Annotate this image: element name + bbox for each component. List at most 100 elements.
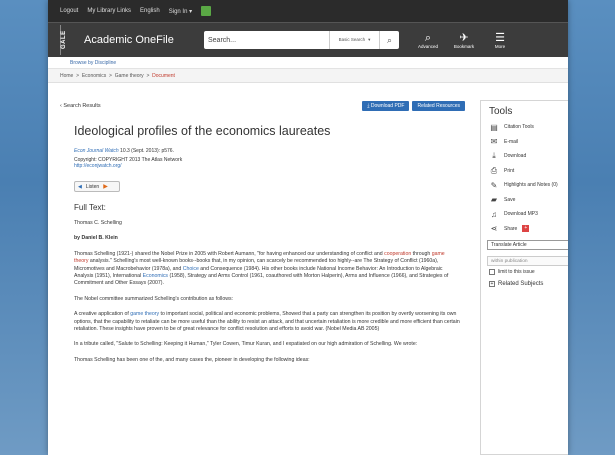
document-actions: ‹ Search Results ⤓ Download PDF Related … [60, 98, 465, 114]
tool-label: Download MP3 [504, 211, 538, 218]
header-icons: ⌕ Advanced ✈ Bookmark ☰ More [417, 32, 511, 49]
text-span: through [411, 250, 432, 257]
tool-label: Highlights and Notes (0) [504, 182, 558, 189]
advanced-search-button[interactable]: ⌕ Advanced [417, 32, 439, 49]
term-link[interactable]: Economics [143, 273, 168, 279]
search-input[interactable]: Search... [204, 37, 329, 44]
listen-label: Listen [85, 183, 100, 190]
term-link[interactable]: game theory [130, 311, 159, 317]
related-subjects-toggle[interactable]: + Related Subjects [489, 281, 568, 287]
tool-label: Download [504, 153, 527, 160]
share-icon: ⋖ [490, 224, 498, 234]
byline: by Daniel B. Klein [74, 235, 118, 242]
search-advanced-icon: ⌕ [424, 31, 432, 44]
tool-label: E-mail [504, 138, 519, 145]
search-type-label: Basic Search [338, 36, 366, 42]
search-button[interactable]: ⌕ [379, 31, 399, 49]
tool-print[interactable]: ⎙ Print [481, 164, 568, 179]
article-title: Ideological profiles of the economics la… [74, 124, 331, 138]
full-text-heading: Full Text: [74, 203, 106, 212]
translate-select[interactable]: Translate Article ▾ [487, 240, 568, 250]
search-type-select[interactable]: Basic Search ▾ [329, 31, 379, 49]
text-span: A creative application of [74, 311, 131, 318]
email-icon: ✉ [490, 137, 498, 147]
print-icon: ⎙ [490, 165, 498, 175]
music-icon: ♫ [491, 209, 497, 219]
breadcrumb-home[interactable]: Home [60, 73, 73, 79]
tools-heading: Tools [489, 106, 513, 117]
term-link[interactable]: cooperation [384, 251, 411, 257]
tool-label: Citation Tools [504, 124, 534, 131]
limit-issue-checkbox[interactable]: limit to this issue [489, 269, 568, 275]
chevron-left-icon: ‹ [60, 103, 62, 109]
share-plus-icon[interactable]: + [522, 225, 530, 233]
article-meta: Econ Journal Watch 10.3 (Sept. 2013): p5… [74, 148, 465, 169]
within-placeholder: within publication [491, 258, 528, 264]
back-to-results-link[interactable]: ‹ Search Results [60, 103, 101, 109]
sign-in-menu[interactable]: Sign In ▾ [169, 8, 192, 15]
document-content: ‹ Search Results ⤓ Download PDF Related … [60, 98, 465, 364]
logout-link[interactable]: Logout [60, 8, 78, 14]
tool-download[interactable]: ⤓ Download [481, 149, 568, 164]
save-icon: ▰ [490, 195, 498, 205]
source-link[interactable]: Econ Journal Watch [74, 148, 119, 154]
tool-email[interactable]: ✉ E-mail [481, 135, 568, 150]
breadcrumb-game-theory[interactable]: Game theory [115, 73, 144, 79]
speaker-icon: ◀ [78, 183, 82, 190]
tool-citation[interactable]: ▤ Citation Tools [481, 120, 568, 135]
download-icon: ⤓ [492, 151, 496, 161]
search-icon: ⌕ [386, 34, 393, 45]
tool-highlights[interactable]: ✎ Highlights and Notes (0) [481, 178, 568, 193]
expand-icon: + [489, 281, 495, 287]
paragraph-5: Thomas Schelling has been one of the, an… [74, 356, 310, 363]
my-library-links[interactable]: My Library Links [87, 8, 131, 14]
gale-logo[interactable]: GALE [60, 25, 74, 55]
download-pdf-label: Download PDF [370, 103, 405, 109]
advanced-label: Advanced [417, 43, 438, 49]
accessibility-icon[interactable] [201, 6, 212, 16]
related-resources-button[interactable]: Related Resources [412, 101, 465, 111]
paragraph-3: A creative application of game theory to… [74, 311, 460, 333]
breadcrumb: Home > Economics > Game theory > Documen… [48, 69, 568, 83]
bookmark-button[interactable]: ✈ Bookmark [453, 32, 475, 49]
checkbox-box[interactable] [489, 269, 495, 275]
within-publication-input[interactable]: within publication ⌕ [487, 256, 568, 266]
tools-panel: Tools ▤ Citation Tools ✉ E-mail ⤓ Download … [480, 100, 568, 455]
citation-icon: ▤ [490, 122, 498, 132]
header: GALE Academic OneFile Search... Basic Se… [48, 22, 568, 57]
breadcrumb-economics[interactable]: Economics [82, 73, 106, 79]
tool-label: Save [504, 196, 516, 203]
play-icon: ▶ [103, 184, 108, 190]
chevron-down-icon: ▾ [368, 36, 371, 42]
app-name[interactable]: Academic OneFile [84, 34, 204, 46]
citation-text: 10.3 (Sept. 2013): p576. [120, 148, 174, 154]
term-link[interactable]: Choice [183, 266, 199, 272]
publisher-url[interactable]: http://econjwatch.org/ [74, 163, 465, 169]
tool-save[interactable]: ▰ Save [481, 193, 568, 208]
limit-label: limit to this issue [498, 269, 535, 275]
back-label: Search Results [63, 103, 101, 109]
breadcrumb-current: Document [152, 73, 175, 79]
listen-button[interactable]: ◀ Listen ▶ [74, 181, 120, 192]
top-bar: Logout My Library Links English Sign In … [48, 0, 568, 22]
more-label: More [494, 43, 506, 49]
menu-icon: ☰ [495, 31, 505, 44]
paragraph-2: The Nobel committee summarized Schelling… [74, 295, 233, 302]
tool-label: Share [504, 225, 518, 232]
more-button[interactable]: ☰ More [489, 32, 511, 49]
tool-label: Print [504, 167, 515, 174]
highlight-icon: ✎ [490, 180, 498, 190]
author-line: Thomas C. Schelling [74, 220, 122, 226]
bookmark-icon: ✈ [459, 31, 469, 44]
download-pdf-button[interactable]: ⤓ Download PDF [362, 101, 410, 111]
text-span: Thomas Schelling (1921-) shared the Nobe… [74, 250, 385, 257]
tool-share[interactable]: ⋖ Share + [481, 222, 568, 237]
paragraph-1: Thomas Schelling (1921-) shared the Nobe… [74, 251, 460, 288]
translate-label: Translate Article [491, 242, 527, 248]
tool-download-mp3[interactable]: ♫ Download MP3 [481, 207, 568, 222]
paragraph-4: In a tribute called, "Salute to Schellin… [74, 341, 418, 348]
search-box: Search... Basic Search ▾ ⌕ [204, 31, 399, 49]
language-link[interactable]: English [140, 8, 160, 14]
related-subjects-label: Related Subjects [498, 281, 544, 287]
browse-by-discipline[interactable]: Browse by Discipline [48, 57, 568, 69]
